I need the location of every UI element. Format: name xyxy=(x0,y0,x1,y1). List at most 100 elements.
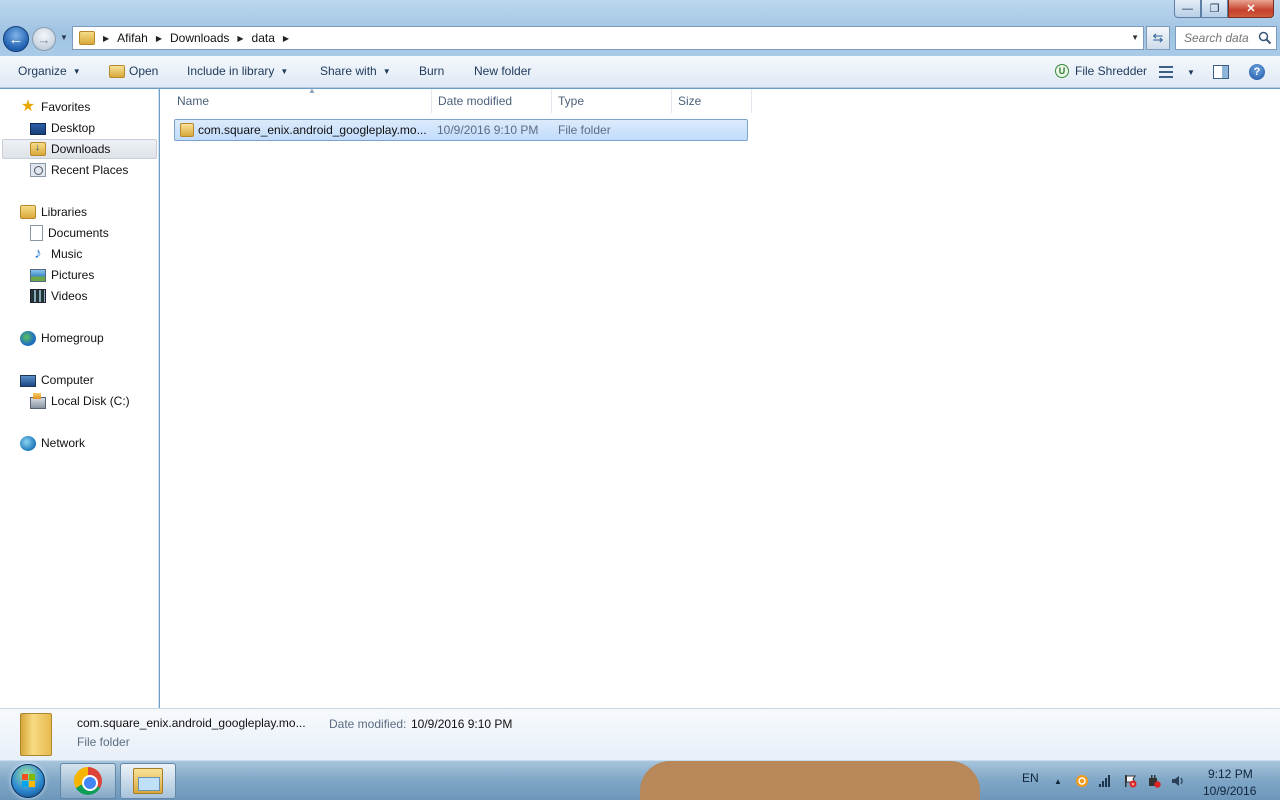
windows-explorer-icon xyxy=(133,768,163,794)
wallpaper-bear-art xyxy=(640,761,980,800)
minimize-button[interactable]: — xyxy=(1174,0,1201,18)
nav-music[interactable]: ♪ Music xyxy=(30,244,82,264)
refresh-button[interactable]: ⇆ xyxy=(1146,26,1170,50)
breadcrumb-afifah[interactable]: Afifah xyxy=(117,31,148,45)
documents-icon xyxy=(30,225,43,241)
language-indicator[interactable]: EN xyxy=(1022,771,1039,785)
help-button[interactable]: ? xyxy=(1249,64,1265,80)
title-bar: — ❐ ✕ ← → ▼ ▶ Afifah ▶ Downloads ▶ data … xyxy=(0,0,1280,56)
nav-libraries-label: Libraries xyxy=(41,205,88,219)
file-type: File folder xyxy=(558,123,611,137)
homegroup-icon xyxy=(20,330,36,346)
folder-icon xyxy=(79,31,95,45)
nav-local-disk[interactable]: Local Disk (C:) xyxy=(30,391,130,411)
libraries-icon xyxy=(20,205,36,219)
back-button[interactable]: ← xyxy=(3,26,29,52)
nav-pictures[interactable]: Pictures xyxy=(30,265,94,285)
caret-down-icon: ▼ xyxy=(382,66,391,76)
breadcrumb-chevron-icon[interactable]: ▶ xyxy=(237,34,243,43)
desktop-icon xyxy=(30,123,46,135)
taskbar-chrome[interactable] xyxy=(60,763,116,799)
show-hidden-icons-icon[interactable]: ▲ xyxy=(1054,777,1062,786)
file-name: com.square_enix.android_googleplay.mo... xyxy=(198,123,427,137)
breadcrumb-downloads[interactable]: Downloads xyxy=(170,31,229,45)
forward-button[interactable]: → xyxy=(32,27,56,51)
nav-recent-places-label: Recent Places xyxy=(51,163,129,177)
network-icon xyxy=(20,435,36,451)
burn-button[interactable]: Burn xyxy=(419,64,444,78)
preview-pane-button[interactable] xyxy=(1213,65,1229,79)
help-icon: ? xyxy=(1249,64,1265,80)
column-header-name[interactable]: ▲ Name xyxy=(171,86,432,113)
details-date-label: Date modified: xyxy=(329,717,407,731)
folder-icon xyxy=(180,123,194,137)
pictures-icon xyxy=(30,268,46,282)
nav-favorites[interactable]: ★ Favorites xyxy=(20,97,91,117)
downloads-folder-icon xyxy=(30,142,46,156)
start-button[interactable] xyxy=(2,761,54,800)
videos-icon xyxy=(30,289,46,303)
nav-libraries[interactable]: Libraries xyxy=(20,202,87,222)
star-icon: ★ xyxy=(20,98,36,115)
nav-recent-places[interactable]: Recent Places xyxy=(30,160,128,180)
nav-desktop[interactable]: Desktop xyxy=(30,118,95,138)
file-shredder-button[interactable]: U File Shredder xyxy=(1055,64,1147,78)
arrow-right-icon: → xyxy=(37,31,51,47)
share-with-label: Share with xyxy=(320,64,377,78)
power-icon[interactable] xyxy=(1147,774,1161,788)
include-in-library-button[interactable]: Include in library ▼ xyxy=(187,64,288,78)
search-box[interactable] xyxy=(1175,26,1277,50)
nav-homegroup[interactable]: Homegroup xyxy=(20,328,104,348)
nav-documents[interactable]: Documents xyxy=(30,223,109,243)
new-folder-button[interactable]: New folder xyxy=(474,64,531,78)
breadcrumb-data[interactable]: data xyxy=(252,31,275,45)
new-folder-label: New folder xyxy=(474,64,532,78)
volume-icon[interactable] xyxy=(1171,774,1185,788)
close-button[interactable]: ✕ xyxy=(1228,0,1274,18)
column-name-label: Name xyxy=(177,94,210,108)
column-header-size[interactable]: Size xyxy=(672,89,752,113)
search-input[interactable] xyxy=(1184,31,1254,45)
column-header-type[interactable]: Type xyxy=(552,89,672,113)
burn-label: Burn xyxy=(419,64,445,78)
breadcrumb-chevron-icon[interactable]: ▶ xyxy=(283,34,289,43)
view-list-icon xyxy=(1159,66,1173,78)
change-view-button[interactable]: ▼ xyxy=(1159,66,1195,78)
nav-downloads-label: Downloads xyxy=(51,142,111,156)
caret-down-icon: ▼ xyxy=(72,66,81,76)
recent-pages-dropdown[interactable]: ▼ xyxy=(60,33,68,42)
breadcrumb-chevron-icon[interactable]: ▶ xyxy=(103,34,109,43)
nav-downloads[interactable]: Downloads xyxy=(2,139,157,159)
taskbar-explorer[interactable] xyxy=(120,763,176,799)
svg-text:✕: ✕ xyxy=(1131,782,1135,788)
action-center-flag-icon[interactable]: ✕ xyxy=(1123,774,1137,788)
caret-down-icon: ▼ xyxy=(280,66,289,76)
window-controls: — ❐ ✕ xyxy=(1174,0,1274,18)
maximize-button[interactable]: ❐ xyxy=(1201,0,1228,18)
nav-network[interactable]: Network xyxy=(20,433,85,453)
command-bar: Organize ▼ Open Include in library ▼ Share… xyxy=(0,56,1280,88)
nav-computer[interactable]: Computer xyxy=(20,370,94,390)
computer-icon xyxy=(20,374,36,387)
file-list: ▲ Name Date modified Type Size com.squar… xyxy=(160,86,1280,708)
clock-time[interactable]: 9:12 PM xyxy=(1208,767,1253,781)
address-dropdown-icon[interactable]: ▼ xyxy=(1131,33,1139,42)
folder-icon xyxy=(20,713,52,756)
share-with-button[interactable]: Share with ▼ xyxy=(320,64,391,78)
signal-icon[interactable] xyxy=(1098,774,1112,788)
nav-local-disk-label: Local Disk (C:) xyxy=(51,394,130,408)
table-row[interactable]: com.square_enix.android_googleplay.mo...… xyxy=(174,119,748,141)
refresh-icon: ⇆ xyxy=(1152,30,1164,45)
column-header-date-modified[interactable]: Date modified xyxy=(432,89,552,113)
open-button[interactable]: Open xyxy=(109,64,158,78)
column-type-label: Type xyxy=(558,94,585,108)
search-icon[interactable] xyxy=(1258,31,1272,45)
organize-button[interactable]: Organize ▼ xyxy=(18,64,81,78)
nav-videos[interactable]: Videos xyxy=(30,286,87,306)
address-bar[interactable]: ▶ Afifah ▶ Downloads ▶ data ▶ ▼ xyxy=(72,26,1144,50)
windows-logo-icon xyxy=(11,764,45,798)
breadcrumb-chevron-icon[interactable]: ▶ xyxy=(156,34,162,43)
tray-app-icon[interactable] xyxy=(1075,774,1089,788)
caret-down-icon: ▼ xyxy=(1187,67,1195,77)
clock-date[interactable]: 10/9/2016 xyxy=(1203,784,1256,798)
